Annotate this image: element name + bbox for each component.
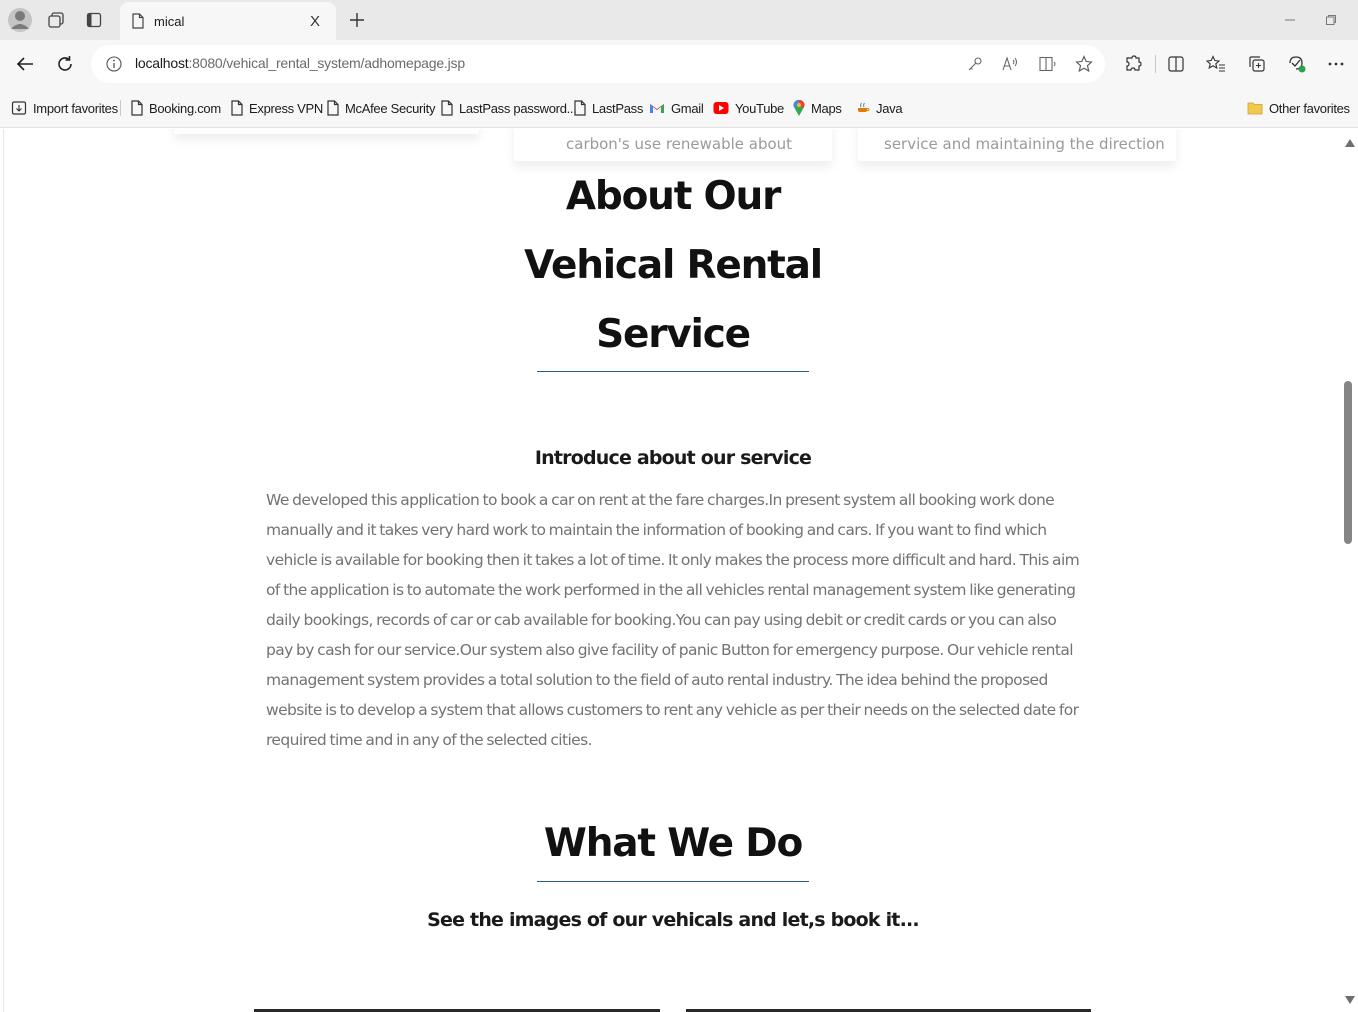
about-title-line-3: Service	[596, 312, 751, 357]
service-card-text: service and maintaining the direction	[884, 135, 1165, 153]
about-title-underline	[537, 371, 809, 372]
maps-icon	[793, 99, 805, 117]
scroll-up-arrow-icon[interactable]	[1345, 139, 1355, 147]
favorite-gmail[interactable]: Gmail	[649, 98, 704, 118]
import-icon	[11, 100, 27, 116]
more-options-icon[interactable]	[1324, 52, 1348, 76]
favorite-star-icon[interactable]	[1073, 54, 1095, 74]
browser-essentials-icon[interactable]	[1285, 52, 1309, 76]
page-icon	[574, 100, 586, 116]
service-card-2: carbon's use renewable about	[514, 129, 832, 161]
navigation-toolbar: localhost:8080/vehical_rental_system/adh…	[0, 40, 1358, 88]
favorite-label: McAfee Security	[345, 100, 436, 116]
scroll-down-arrow-icon[interactable]	[1345, 996, 1355, 1004]
favorites-bar: Import favorites Booking.com Express VPN…	[0, 88, 1358, 128]
intro-paragraph: We developed this application to book a …	[266, 491, 1080, 749]
tab-strip: mical X	[0, 0, 1358, 40]
favorite-label: Import favorites	[33, 100, 118, 116]
password-key-icon[interactable]	[964, 54, 986, 74]
favorite-label: YouTube	[735, 100, 784, 116]
active-tab[interactable]: mical X	[120, 2, 336, 40]
favorite-mcafee[interactable]: McAfee Security	[327, 98, 435, 118]
other-favorites-label: Other favorites	[1269, 100, 1350, 116]
page-icon	[231, 100, 243, 116]
favorite-import-favorites[interactable]: Import favorites	[11, 98, 118, 118]
favorite-express-vpn[interactable]: Express VPN	[231, 98, 323, 118]
favorite-label: LastPass password...	[459, 100, 577, 116]
favorite-label: Java	[876, 100, 903, 116]
favorite-label: Booking.com	[149, 100, 221, 116]
page-viewport: carbon's use renewable about service and…	[3, 129, 1341, 1012]
about-title-line-2: Vehical Rental	[524, 243, 823, 288]
favorite-lastpass[interactable]: LastPass	[574, 98, 643, 118]
extensions-icon[interactable]	[1121, 52, 1145, 76]
what-we-do-underline	[537, 881, 809, 882]
address-bar[interactable]: localhost:8080/vehical_rental_system/adh…	[91, 45, 1105, 83]
gmail-icon	[649, 102, 665, 114]
restore-button[interactable]	[1319, 8, 1343, 32]
favorite-label: Express VPN	[249, 100, 324, 116]
vertical-tabs-icon[interactable]	[80, 6, 108, 34]
service-card-text: carbon's use renewable about	[566, 135, 793, 153]
service-card-1	[174, 129, 479, 134]
refresh-button[interactable]	[50, 50, 80, 78]
split-screen-icon[interactable]	[1164, 52, 1188, 76]
scrollbar-thumb[interactable]	[1344, 381, 1352, 544]
page-scrollbar[interactable]	[1341, 129, 1358, 1012]
favorites-separator	[120, 100, 121, 116]
favorite-label: Gmail	[671, 100, 704, 116]
url-host: localhost	[135, 55, 189, 71]
read-aloud-icon[interactable]	[1000, 54, 1022, 74]
favorite-java[interactable]: Java	[856, 98, 903, 118]
favorite-youtube[interactable]: YouTube	[713, 98, 784, 118]
tab-title: mical	[154, 13, 185, 29]
page-icon	[132, 13, 144, 29]
java-icon	[856, 102, 870, 114]
favorite-booking[interactable]: Booking.com	[131, 98, 221, 118]
other-favorites-folder[interactable]: Other favorites	[1247, 98, 1350, 118]
tab-close-button[interactable]: X	[306, 13, 324, 30]
toolbar-separator	[1155, 55, 1156, 73]
immersive-reader-icon[interactable]	[1037, 54, 1059, 74]
service-card-3: service and maintaining the direction	[858, 129, 1176, 161]
youtube-icon	[713, 101, 729, 115]
page-icon	[441, 100, 453, 116]
page-icon	[327, 100, 339, 116]
url-text[interactable]: localhost:8080/vehical_rental_system/adh…	[135, 55, 465, 71]
intro-heading: Introduce about our service	[534, 447, 812, 469]
what-we-do-title: What We Do	[543, 821, 803, 866]
what-we-do-subtitle: See the images of our vehicals and let,s…	[427, 909, 919, 931]
back-button[interactable]	[10, 50, 40, 78]
about-title-line-1: About Our	[565, 174, 781, 219]
workspaces-icon[interactable]	[42, 6, 70, 34]
new-tab-button[interactable]	[344, 6, 370, 34]
page-icon	[131, 100, 143, 116]
url-path: :8080/vehical_rental_system/adhomepage.j…	[188, 55, 465, 71]
minimize-button[interactable]	[1278, 8, 1302, 32]
folder-icon	[1247, 101, 1263, 115]
profile-avatar-icon[interactable]	[6, 6, 34, 34]
favorites-icon[interactable]	[1204, 52, 1228, 76]
favorite-maps[interactable]: Maps	[793, 98, 842, 118]
favorite-label: Maps	[811, 100, 842, 116]
collections-icon[interactable]	[1245, 52, 1269, 76]
site-info-icon[interactable]	[103, 54, 125, 74]
favorite-lastpass-password[interactable]: LastPass password...	[441, 98, 577, 118]
favorite-label: LastPass	[592, 100, 644, 116]
